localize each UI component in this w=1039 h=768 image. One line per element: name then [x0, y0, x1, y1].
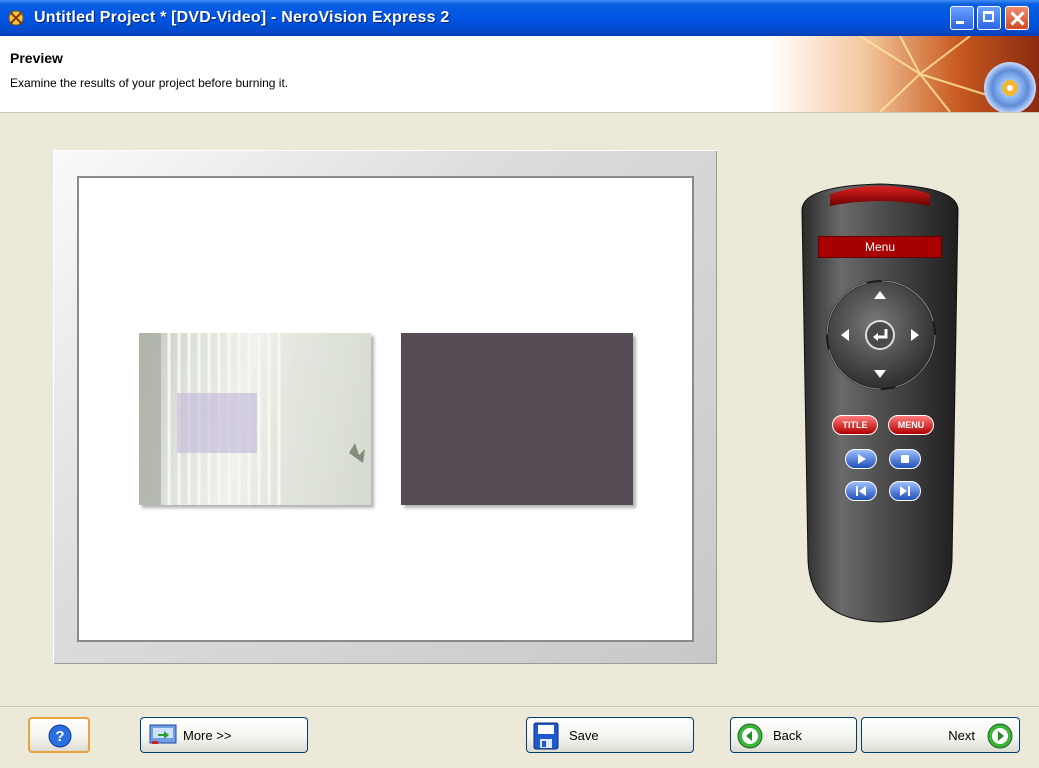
- app-logo-icon: [8, 10, 24, 26]
- remote-menu-label: MENU: [897, 420, 925, 430]
- arrow-right-icon: [911, 329, 919, 341]
- minimize-button[interactable]: [950, 6, 974, 30]
- arrow-left-icon: [841, 329, 849, 341]
- help-icon: ?: [48, 724, 72, 748]
- back-button-label: Back: [773, 728, 802, 743]
- dpad-up-button[interactable]: [865, 283, 895, 307]
- back-arrow-icon: [737, 723, 763, 749]
- remote-menu-button[interactable]: MENU: [888, 415, 934, 435]
- skip-next-icon: [900, 486, 910, 496]
- next-arrow-icon: [987, 723, 1013, 749]
- more-button-label: More >>: [183, 728, 232, 743]
- page-subtitle: Examine the results of your project befo…: [10, 76, 289, 90]
- dpad-down-button[interactable]: [865, 362, 895, 386]
- app-window: Untitled Project * [DVD-Video] - NeroVis…: [0, 0, 1039, 768]
- dpad-left-button[interactable]: [833, 320, 857, 350]
- remote-stop-button[interactable]: [889, 449, 921, 469]
- maximize-button[interactable]: [977, 6, 1001, 30]
- next-button[interactable]: Next: [861, 717, 1020, 753]
- help-button[interactable]: ?: [28, 717, 90, 753]
- close-button[interactable]: [1005, 6, 1029, 30]
- arrow-up-icon: [874, 291, 886, 299]
- remote-title-label: TITLE: [842, 420, 868, 430]
- remote-play-button[interactable]: [845, 449, 877, 469]
- remote-display-label: Menu: [864, 240, 896, 254]
- dpad-right-button[interactable]: [903, 320, 927, 350]
- page-title: Preview: [10, 50, 63, 66]
- floppy-disk-icon: [533, 722, 559, 750]
- save-button-label: Save: [569, 728, 599, 743]
- back-button[interactable]: Back: [730, 717, 857, 753]
- arrow-down-icon: [874, 370, 886, 378]
- menu-thumbnail-1[interactable]: [139, 333, 371, 505]
- thumbnail-image-blinds: [139, 333, 371, 505]
- play-icon: [858, 454, 866, 464]
- more-button[interactable]: More >>: [140, 717, 308, 753]
- remote-previous-button[interactable]: [845, 481, 877, 501]
- remote-display: Menu: [818, 236, 942, 258]
- more-options-icon: [149, 724, 177, 744]
- remote-next-button[interactable]: [889, 481, 921, 501]
- wizard-header: Preview Examine the results of your proj…: [0, 36, 1039, 113]
- title-bar[interactable]: Untitled Project * [DVD-Video] - NeroVis…: [0, 0, 1039, 36]
- skip-previous-icon: [856, 486, 866, 496]
- next-button-label: Next: [948, 728, 975, 743]
- menu-thumbnail-2[interactable]: [401, 333, 633, 505]
- dpad-enter-button[interactable]: [864, 319, 896, 351]
- enter-icon: [865, 320, 895, 350]
- window-title: Untitled Project * [DVD-Video] - NeroVis…: [34, 9, 450, 26]
- stop-icon: [901, 455, 909, 463]
- nero-banner-art: [770, 36, 1039, 112]
- svg-text:?: ?: [55, 728, 64, 745]
- save-button[interactable]: Save: [526, 717, 694, 753]
- remote-title-button[interactable]: TITLE: [832, 415, 878, 435]
